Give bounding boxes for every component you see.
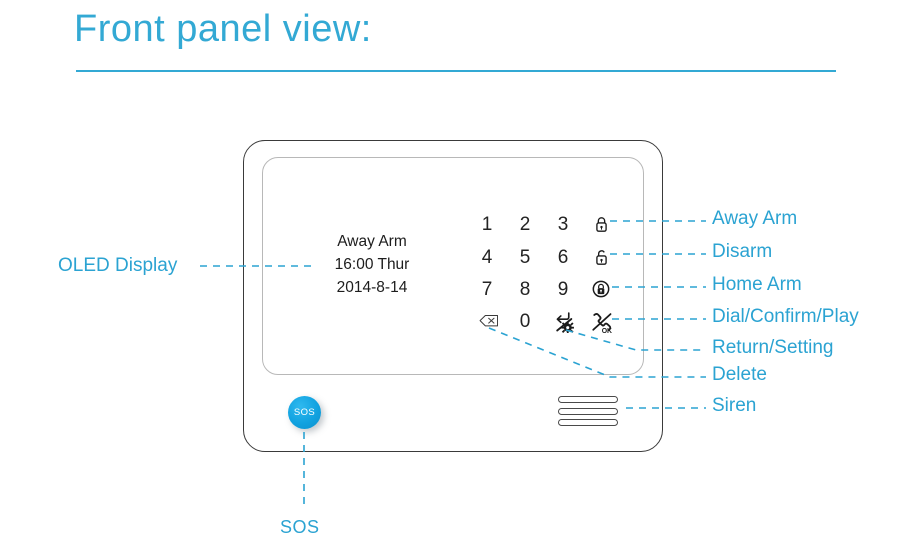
callout-siren: Siren bbox=[712, 395, 757, 416]
open-padlock-icon bbox=[592, 248, 611, 267]
key-dial-confirm-play[interactable]: OK bbox=[588, 309, 614, 335]
callout-away-arm: Away Arm bbox=[712, 208, 798, 229]
key-return-setting[interactable] bbox=[550, 309, 576, 335]
oled-line-status: Away Arm bbox=[337, 233, 407, 250]
oled-display: Away Arm 16:00 Thur 2014-8-14 bbox=[312, 230, 432, 299]
key-8[interactable]: 8 bbox=[520, 280, 531, 299]
sos-button[interactable]: SOS bbox=[288, 396, 321, 429]
key-0[interactable]: 0 bbox=[520, 312, 531, 331]
key-delete[interactable] bbox=[474, 309, 500, 335]
key-9[interactable]: 9 bbox=[558, 280, 569, 299]
callout-home-arm: Home Arm bbox=[712, 274, 802, 295]
siren-slot bbox=[558, 419, 618, 426]
key-2[interactable]: 2 bbox=[520, 215, 531, 234]
home-lock-icon bbox=[591, 279, 611, 299]
callout-sos: SOS bbox=[280, 517, 320, 537]
oled-line-date: 2014-8-14 bbox=[336, 279, 408, 296]
callout-disarm: Disarm bbox=[712, 241, 773, 262]
closed-padlock-icon bbox=[592, 215, 611, 234]
key-4[interactable]: 4 bbox=[482, 248, 493, 267]
key-1[interactable]: 1 bbox=[482, 215, 493, 234]
siren-slot bbox=[558, 396, 618, 403]
title-underline-rule bbox=[76, 70, 836, 72]
callout-return-setting: Return/Setting bbox=[712, 337, 834, 358]
key-away-arm[interactable] bbox=[588, 212, 614, 238]
oled-line-time: 16:00 Thur bbox=[334, 256, 410, 273]
svg-text:OK: OK bbox=[601, 328, 611, 333]
siren-grille bbox=[558, 396, 618, 426]
siren-slot bbox=[558, 407, 618, 415]
page-title: Front panel view: bbox=[74, 8, 372, 50]
key-home-arm[interactable] bbox=[588, 276, 614, 302]
key-7[interactable]: 7 bbox=[482, 280, 493, 299]
callout-dial-confirm-play: Dial/Confirm/Play bbox=[712, 306, 859, 327]
key-6[interactable]: 6 bbox=[558, 248, 569, 267]
key-disarm[interactable] bbox=[588, 244, 614, 270]
keypad: 1 2 3 4 5 6 7 8 9 0 OK bbox=[468, 208, 620, 338]
backspace-delete-icon bbox=[476, 314, 498, 330]
diagram-canvas: Front panel view: Away Arm 16:00 Thur 20… bbox=[0, 0, 918, 546]
callout-oled-display: OLED Display bbox=[58, 255, 178, 276]
key-3[interactable]: 3 bbox=[558, 215, 569, 234]
sos-button-label: SOS bbox=[293, 407, 316, 418]
return-setting-gear-icon bbox=[552, 310, 575, 333]
phone-ok-icon: OK bbox=[590, 310, 613, 333]
callout-delete: Delete bbox=[712, 364, 767, 385]
key-5[interactable]: 5 bbox=[520, 248, 531, 267]
